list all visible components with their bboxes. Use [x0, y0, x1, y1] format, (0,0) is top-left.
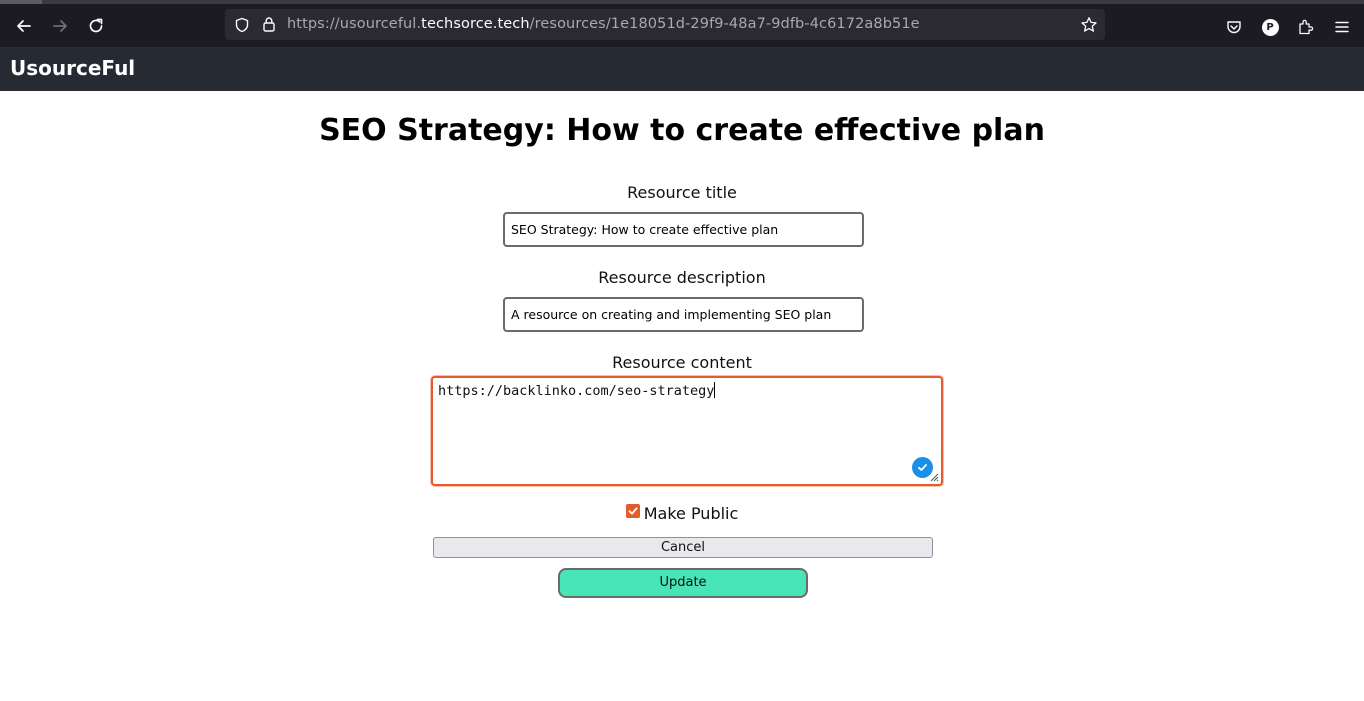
url-domain: techsorce.tech — [421, 16, 530, 32]
resource-content-textarea[interactable]: https://backlinko.com/seo-strategy — [431, 376, 943, 486]
page-title: SEO Strategy: How to create effective pl… — [319, 113, 1045, 148]
url-path: /resources/1e18051d-29f9-48a7-9dfb-4c617… — [529, 16, 920, 32]
resource-title-label: Resource title — [627, 183, 737, 202]
checkmark-icon — [628, 507, 638, 514]
lock-icon[interactable] — [262, 16, 276, 36]
resource-description-input[interactable] — [503, 297, 864, 332]
tab-indicator — [0, 0, 42, 4]
forward-button[interactable] — [46, 12, 74, 40]
url-bar[interactable]: https://usourceful.techsorce.tech/resour… — [225, 9, 1105, 40]
resource-title-input[interactable] — [503, 212, 864, 247]
resource-content-label: Resource content — [612, 353, 752, 372]
resource-description-label: Resource description — [598, 268, 766, 287]
reload-button[interactable] — [82, 12, 110, 40]
update-button[interactable]: Update — [558, 568, 808, 598]
resize-grip-icon[interactable] — [929, 472, 939, 482]
star-icon[interactable] — [1080, 16, 1098, 38]
cancel-button[interactable]: Cancel — [433, 537, 933, 558]
make-public-row: Make Public — [0, 503, 1364, 523]
profile-button[interactable]: P — [1259, 16, 1281, 38]
pocket-button[interactable] — [1223, 16, 1245, 38]
avatar: P — [1261, 18, 1279, 36]
extensions-icon — [1299, 19, 1314, 35]
make-public-checkbox[interactable] — [625, 503, 640, 518]
text-caret — [714, 382, 716, 398]
forward-arrow-icon — [53, 20, 67, 32]
browser-toolbar: https://usourceful.techsorce.tech/resour… — [0, 0, 1364, 47]
app-header: UsourceFul — [0, 47, 1364, 91]
url-prefix: https://usourceful. — [287, 16, 422, 32]
checkmark-icon — [918, 464, 927, 471]
pocket-icon — [1227, 21, 1241, 34]
extensions-button[interactable] — [1295, 16, 1317, 38]
menu-icon — [1335, 21, 1349, 33]
resource-content-value: https://backlinko.com/seo-strategy — [438, 383, 715, 399]
reload-icon — [89, 18, 103, 33]
menu-button[interactable] — [1331, 16, 1353, 38]
back-button[interactable] — [10, 12, 38, 40]
shield-icon[interactable] — [234, 17, 250, 37]
make-public-label[interactable]: Make Public — [644, 504, 739, 523]
app-logo[interactable]: UsourceFul — [10, 56, 135, 80]
back-arrow-icon — [17, 20, 31, 32]
url-text[interactable]: https://usourceful.techsorce.tech/resour… — [287, 16, 920, 32]
